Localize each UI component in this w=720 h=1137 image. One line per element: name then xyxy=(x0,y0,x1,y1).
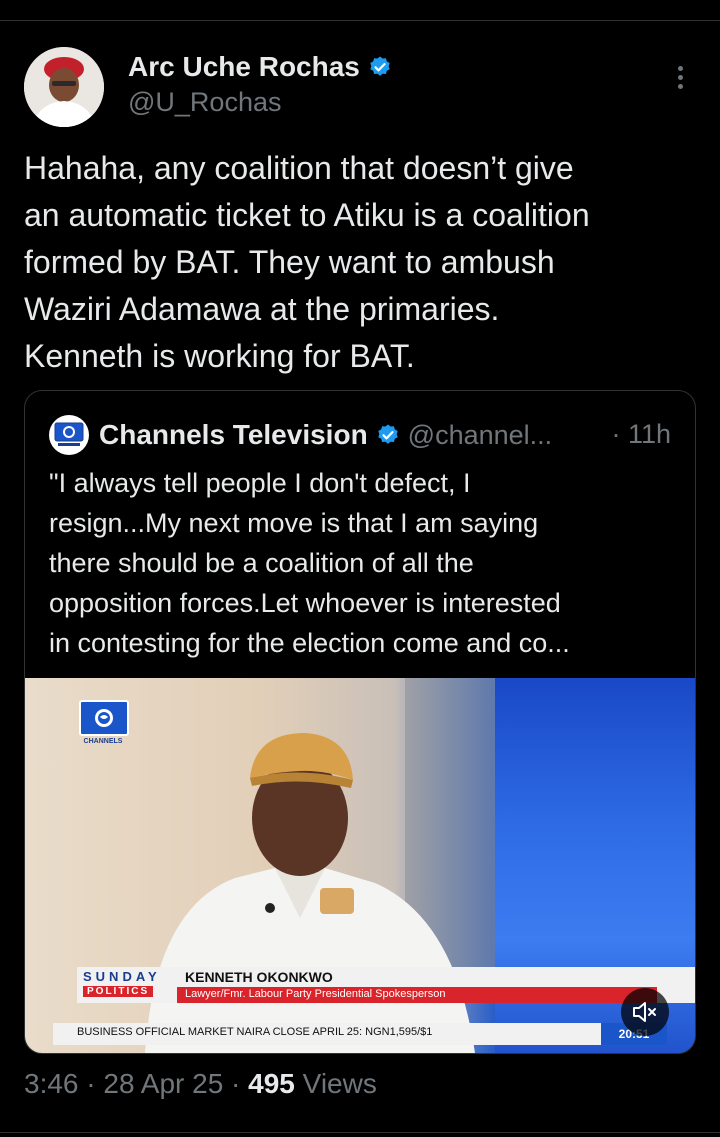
quote-author-name[interactable]: Channels Television xyxy=(99,419,368,451)
show-name-line1: SUNDAY xyxy=(83,969,161,984)
guest-role: Lawyer/Fmr. Labour Party Presidential Sp… xyxy=(185,988,446,1000)
channels-logo-icon xyxy=(54,422,84,446)
ticker-text: BUSINESS OFFICIAL MARKET NAIRA CLOSE APR… xyxy=(77,1026,433,1038)
tweet-line: Hahaha, any coalition that doesn’t give xyxy=(24,150,574,186)
tweet-line: Kenneth is working for BAT. xyxy=(24,338,415,374)
tweet-line: Waziri Adamawa at the primaries. xyxy=(24,291,500,327)
tweet-time[interactable]: 3:46 xyxy=(24,1068,79,1099)
verified-badge-icon xyxy=(370,56,390,76)
channels-watermark: CHANNELS xyxy=(79,700,129,746)
speaker-muted-icon xyxy=(633,1002,656,1022)
more-options-icon[interactable] xyxy=(668,62,692,96)
tweet-text: Hahaha, any coalition that doesn’t give … xyxy=(24,145,704,380)
quote-line: there should be a coalition of all the xyxy=(49,548,474,578)
quoted-tweet[interactable]: Channels Television @channel... · 11h "I… xyxy=(24,390,696,1054)
views-count[interactable]: 495 xyxy=(248,1068,295,1099)
quote-timestamp[interactable]: · 11h xyxy=(611,419,671,450)
quote-author-handle[interactable]: @channel... xyxy=(408,420,553,451)
channels-logo-icon xyxy=(95,709,113,727)
quote-line: resign...My next move is that I am sayin… xyxy=(49,508,539,538)
views-label: Views xyxy=(302,1068,377,1099)
author-avatar[interactable] xyxy=(24,47,104,127)
quote-line: "I always tell people I don't defect, I xyxy=(49,468,471,498)
news-ticker: BUSINESS OFFICIAL MARKET NAIRA CLOSE APR… xyxy=(53,1023,667,1045)
verified-badge-icon xyxy=(377,424,398,444)
lower-third: SUNDAY POLITICS KENNETH OKONKWO Lawyer/F… xyxy=(77,967,695,1003)
video-media[interactable]: CHANNELS SUNDAY POLITICS KENNETH OKONKWO… xyxy=(25,678,695,1053)
quote-text: "I always tell people I don't defect, I … xyxy=(49,463,689,663)
quote-header: Channels Television @channel... xyxy=(49,415,552,455)
author-name[interactable]: Arc Uche Rochas xyxy=(128,50,360,84)
author-handle[interactable]: @U_Rochas xyxy=(128,85,392,119)
mute-button[interactable] xyxy=(621,988,669,1036)
tweet-line: formed by BAT. They want to ambush xyxy=(24,244,555,280)
quote-line: in contesting for the election come and … xyxy=(49,628,570,658)
author-block: Arc Uche Rochas @U_Rochas xyxy=(128,50,392,119)
guest-name: KENNETH OKONKWO xyxy=(185,969,333,985)
quote-avatar xyxy=(49,415,89,455)
top-divider xyxy=(0,20,720,21)
bottom-divider xyxy=(0,1132,720,1133)
tweet-meta: 3:46 · 28 Apr 25 · 495 Views xyxy=(24,1068,377,1099)
show-name-line2: POLITICS xyxy=(83,986,154,997)
watermark-label: CHANNELS xyxy=(83,738,123,745)
tweet-line: an automatic ticket to Atiku is a coalit… xyxy=(24,197,590,233)
quote-line: opposition forces.Let whoever is interes… xyxy=(49,588,561,618)
tweet-date[interactable]: 28 Apr 25 xyxy=(103,1068,223,1099)
